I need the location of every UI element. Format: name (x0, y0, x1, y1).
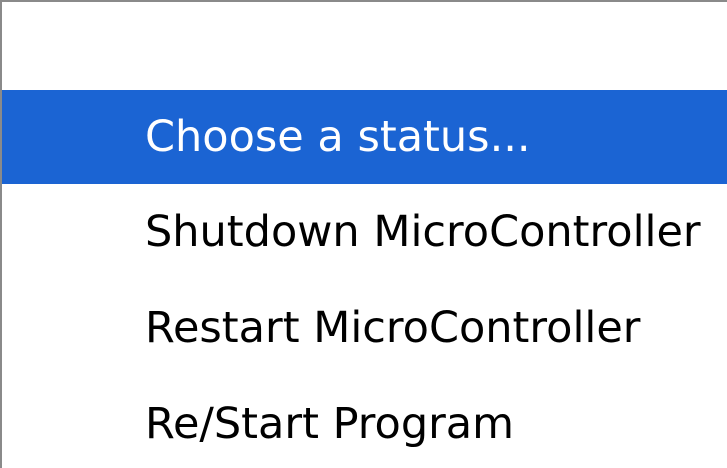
option-shutdown-microcontroller-label: Shutdown MicroController (145, 207, 701, 257)
option-choose-a-status-label: Choose a status... (145, 112, 531, 162)
option-choose-a-status[interactable]: Choose a status... (2, 90, 727, 184)
status-dropdown-list: Choose a status... Shutdown MicroControl… (0, 0, 727, 468)
option-blank[interactable] (2, 2, 727, 90)
option-restart-program[interactable]: Re/Start Program (2, 377, 727, 468)
option-shutdown-microcontroller[interactable]: Shutdown MicroController (2, 185, 727, 279)
option-restart-microcontroller-label: Restart MicroController (145, 303, 641, 353)
option-restart-program-label: Re/Start Program (145, 399, 515, 449)
option-restart-microcontroller[interactable]: Restart MicroController (2, 281, 727, 375)
